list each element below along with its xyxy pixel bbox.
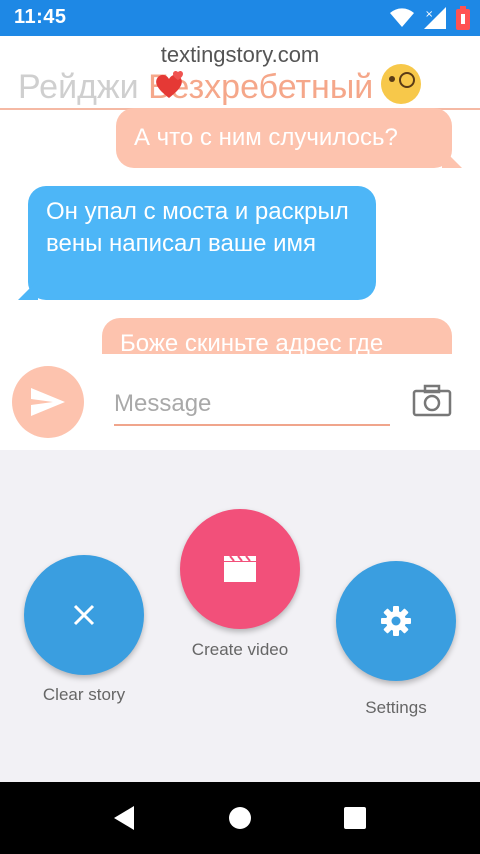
navigation-bar	[0, 782, 480, 854]
create-video-button[interactable]	[180, 509, 300, 629]
back-icon[interactable]	[112, 806, 136, 830]
home-icon[interactable]	[228, 806, 252, 830]
send-button[interactable]	[12, 366, 84, 438]
monocle-emoji-icon	[381, 64, 422, 104]
composer	[0, 354, 480, 450]
status-bar: 11:45 ×	[0, 0, 480, 36]
message-bubble-outgoing[interactable]: А что с ним случилось?	[116, 108, 452, 168]
chat-area[interactable]: textingstory.com Рейджи Безхребетный А ч…	[0, 36, 480, 354]
send-icon	[31, 388, 65, 416]
message-text: А что с ним случилось?	[134, 124, 398, 151]
message-text: Он упал с моста и раскрыл вены написал в…	[46, 198, 349, 257]
battery-icon	[456, 6, 470, 30]
create-video-label: Create video	[191, 640, 289, 659]
contact-name-first: Рейджи	[18, 68, 149, 106]
settings-button[interactable]	[336, 561, 456, 681]
clear-story-button[interactable]	[24, 555, 144, 675]
settings-label: Settings	[365, 698, 427, 717]
clear-story-label: Clear story	[42, 685, 126, 704]
message-bubble-incoming[interactable]: Он упал с моста и раскрыл вены написал в…	[28, 186, 376, 300]
signal-icon: ×	[424, 7, 446, 29]
wifi-icon	[390, 8, 414, 27]
status-time: 11:45	[14, 6, 67, 28]
status-icons: ×	[390, 6, 470, 30]
message-text: Боже скиньте адрес где	[120, 330, 384, 354]
contact-name: Рейджи Безхребетный	[18, 64, 422, 107]
clapperboard-icon	[224, 556, 256, 582]
action-panel: Clear story Create video Settings	[0, 450, 480, 782]
gear-icon	[381, 606, 411, 636]
hearts-emoji-icon	[156, 70, 183, 98]
recents-icon[interactable]	[343, 806, 367, 830]
message-input[interactable]	[114, 384, 390, 426]
camera-icon[interactable]	[412, 384, 452, 418]
close-icon	[73, 604, 95, 626]
message-bubble-outgoing[interactable]: Боже скиньте адрес где	[102, 318, 452, 354]
svg-text:×: ×	[425, 9, 433, 20]
